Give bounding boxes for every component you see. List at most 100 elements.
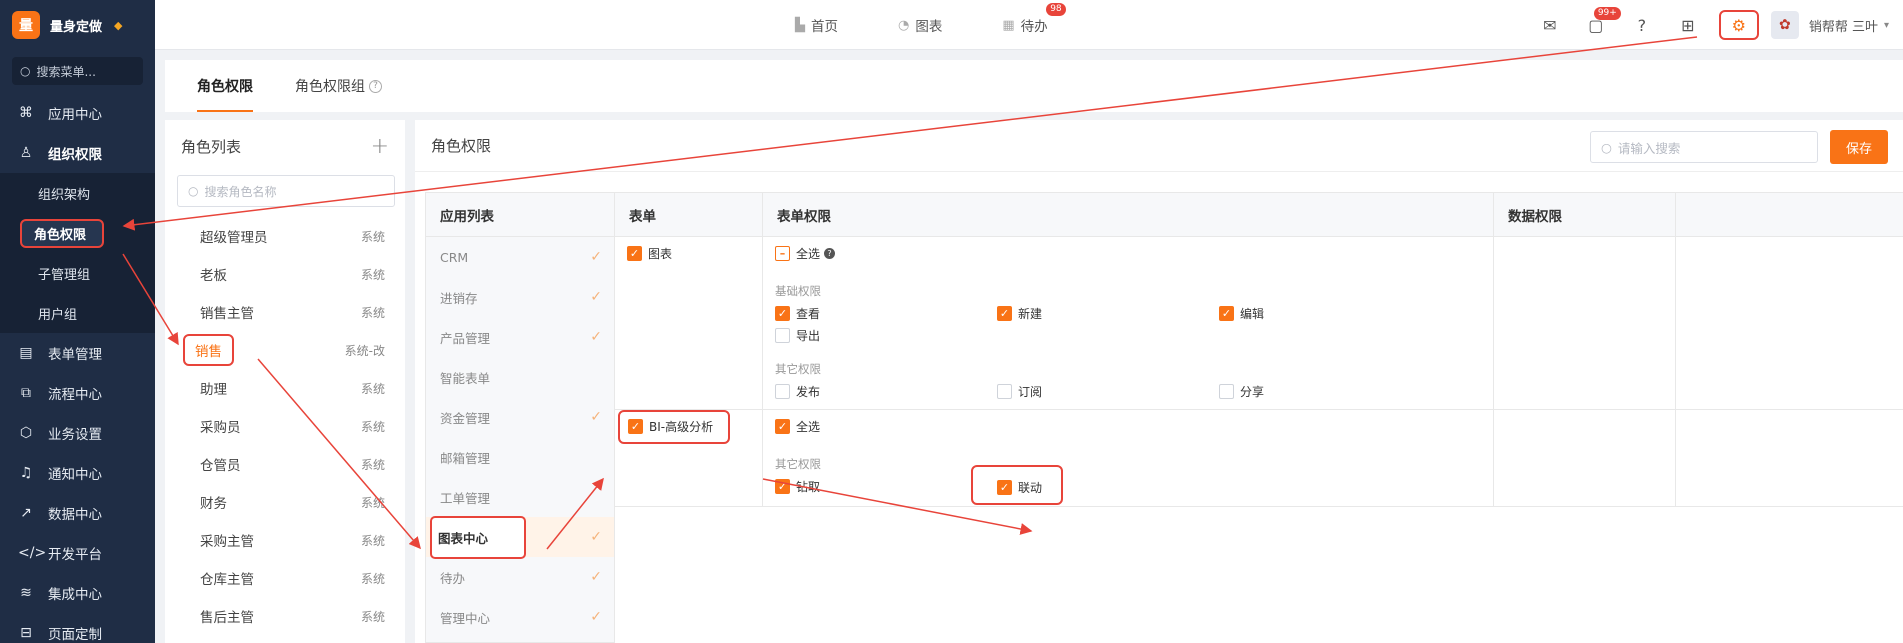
perm-checkbox-subscribe[interactable]: 订阅 [997, 383, 1042, 400]
checkbox-checked[interactable]: ✓ [628, 419, 643, 434]
sidebar-item-integration-center[interactable]: ≋ 集成中心 [0, 573, 155, 613]
sidebar-subitem-user-group[interactable]: 用户组 [0, 293, 155, 333]
info-question-icon[interactable]: ? [824, 248, 836, 259]
perm-checkbox-linkage[interactable]: ✓ 联动 [971, 465, 1063, 505]
sidebar-subitem-org-structure[interactable]: 组织架构 [0, 173, 155, 213]
select-all-checkbox[interactable]: ✓ 全选 [775, 418, 820, 435]
flow-icon: ⧉ [21, 385, 31, 401]
checkbox[interactable]: ✓ [775, 479, 790, 494]
sidebar-item-label: 开发平台 [48, 547, 102, 563]
role-type-tag: 系统 [360, 609, 385, 624]
role-list-item[interactable]: 老板 系统 [165, 255, 405, 293]
perm-checkbox-publish[interactable]: 发布 [775, 383, 820, 400]
checkbox[interactable]: ✓ [997, 306, 1012, 321]
app-list-item[interactable]: 邮箱管理 [426, 437, 614, 477]
perm-checkbox-edit[interactable]: ✓ 编辑 [1219, 305, 1264, 322]
permission-search-input[interactable]: ○ 请输入搜索 [1590, 131, 1818, 163]
settings-gear-icon[interactable]: ⚙ [1718, 10, 1759, 40]
sidebar-subitem-sub-admin[interactable]: 子管理组 [0, 253, 155, 293]
layers-icon: ≋ [20, 585, 32, 601]
checkbox-checked[interactable]: ✓ [775, 419, 790, 434]
help-icon[interactable]: ? [1627, 10, 1657, 40]
sidebar-item-flow-center[interactable]: ⧉ 流程中心 [0, 373, 155, 413]
app-list-item[interactable]: 产品管理 ✓ [426, 317, 614, 357]
mail-icon[interactable]: ✉ [1535, 10, 1565, 40]
app-list-item[interactable]: 进销存 ✓ [426, 277, 614, 317]
checkbox-indeterminate[interactable]: – [775, 246, 790, 261]
form-checkbox-bi[interactable]: ✓ BI-高级分析 [618, 410, 730, 444]
role-list-item[interactable]: 超级管理员 系统 [165, 217, 405, 255]
checkbox[interactable]: ✓ [1219, 306, 1234, 321]
form-checkbox-chart[interactable]: ✓ 图表 [627, 245, 672, 262]
perm-checkbox-share[interactable]: 分享 [1219, 383, 1264, 400]
checkbox[interactable]: ✓ [775, 306, 790, 321]
sidebar-subitem-role-permission[interactable]: 角色权限 [0, 213, 155, 253]
app-list-item[interactable]: 管理中心 ✓ [426, 597, 614, 637]
username[interactable]: 销帮帮 三叶 [1809, 16, 1878, 35]
perm-checkbox-view[interactable]: ✓ 查看 [775, 305, 820, 322]
app-list-item[interactable]: 图表中心 ✓ [426, 515, 614, 559]
checkbox-checked[interactable]: ✓ [627, 246, 642, 261]
checkbox[interactable] [775, 328, 790, 343]
chevron-down-icon[interactable]: ▾ [1884, 20, 1889, 31]
role-list-item[interactable]: 采购员 系统 [165, 407, 405, 445]
tab-role-permission-group[interactable]: 角色权限组 ? [295, 60, 382, 112]
apps-grid-icon[interactable]: ⊞ [1673, 10, 1703, 40]
menu-search-input[interactable]: ○ 搜索菜单... [12, 57, 143, 85]
brand[interactable]: 量 量身定做 ◆ [0, 0, 155, 50]
app-list: 应用列表 CRM ✓ 进销存 ✓ 产品管理 ✓ 智能表单 资金管理 ✓ 邮箱管理 工单管理 图表中心 ✓… [425, 192, 615, 643]
select-all-label: 全选 [796, 247, 821, 261]
app-list-item[interactable]: 资金管理 ✓ [426, 397, 614, 437]
role-list-item[interactable]: 仓库主管 系统 [165, 559, 405, 597]
app-list-item[interactable]: CRM ✓ [426, 237, 614, 277]
sidebar-item-dev-platform[interactable]: </> 开发平台 [0, 533, 155, 573]
sidebar-item-app-center[interactable]: ⌘ 应用中心 [0, 93, 155, 133]
sidebar-item-form-management[interactable]: ▤ 表单管理 [0, 333, 155, 373]
nav-todo[interactable]: ▦ 待办 98 [1002, 3, 1066, 35]
app-list-item[interactable]: 工单管理 [426, 477, 614, 517]
role-list-item[interactable]: 助理 系统 [165, 369, 405, 407]
add-role-plus-icon[interactable]: + [371, 134, 389, 159]
role-list-item[interactable]: 销售主管 系统 [165, 293, 405, 331]
avatar[interactable]: ✿ [1770, 11, 1799, 39]
role-list-item[interactable]: 财务 系统 [165, 483, 405, 521]
role-search-input[interactable]: ○ 搜索角色名称 [177, 175, 395, 207]
role-list-item[interactable]: 售后主管 系统 [165, 597, 405, 635]
sidebar-item-org-permission[interactable]: ♙ 组织权限 [0, 133, 155, 173]
nav-home[interactable]: ▙ 首页 [795, 15, 838, 36]
sidebar-item-page-custom[interactable]: ⊟ 页面定制 [0, 613, 155, 643]
role-search-placeholder: 搜索角色名称 [204, 184, 277, 199]
checkbox[interactable] [997, 384, 1012, 399]
save-button[interactable]: 保存 [1830, 130, 1888, 164]
nav-charts[interactable]: ◔ 图表 [898, 15, 942, 36]
message-icon[interactable]: ▢ 99+ [1581, 7, 1621, 40]
app-list-item[interactable]: 待办 ✓ [426, 557, 614, 597]
message-badge: 99+ [1593, 7, 1621, 20]
diamond-icon: ◆ [114, 18, 123, 32]
sidebar-item-data-center[interactable]: ↗ 数据中心 [0, 493, 155, 533]
tab-role-permission[interactable]: 角色权限 [197, 60, 253, 112]
role-type-tag: 系统 [360, 457, 385, 472]
app-list-item[interactable]: 智能表单 [426, 357, 614, 397]
perm-checkbox-export[interactable]: 导出 [775, 327, 820, 344]
checkbox[interactable] [1219, 384, 1234, 399]
perm-checkbox-create[interactable]: ✓ 新建 [997, 305, 1042, 322]
select-all-checkbox[interactable]: – 全选? [775, 245, 836, 262]
brand-logo: 量 [12, 11, 40, 39]
sidebar-item-notification-center[interactable]: ♫ 通知中心 [0, 453, 155, 493]
perm-label: 分享 [1240, 385, 1265, 399]
role-list-item[interactable]: 仓管员 系统 [165, 445, 405, 483]
checkbox[interactable] [775, 384, 790, 399]
sidebar-item-business-settings[interactable]: ⬡ 业务设置 [0, 413, 155, 453]
role-list-item[interactable]: 销售 系统-改 [165, 331, 405, 369]
role-type-tag: 系统 [360, 267, 385, 282]
perm-checkbox-drill[interactable]: ✓ 钻取 [775, 478, 820, 495]
permission-table-header: 表单 表单权限 数据权限 [615, 193, 1903, 237]
sidebar-item-label: 流程中心 [48, 387, 102, 403]
role-type-tag: 系统 [360, 533, 385, 548]
role-list-item[interactable]: 采购主管 系统 [165, 521, 405, 559]
checkbox[interactable]: ✓ [997, 480, 1012, 495]
role-list: 超级管理员 系统 老板 系统 销售主管 系统 销售 系统-改 助理 系统 采购员 系统 仓管员 系统 财务系… [165, 217, 405, 635]
sidebar: 量 量身定做 ◆ ○ 搜索菜单... ⌘ 应用中心 ♙ 组织权限 组织架构 角色… [0, 0, 155, 643]
question-icon[interactable]: ? [369, 79, 382, 93]
